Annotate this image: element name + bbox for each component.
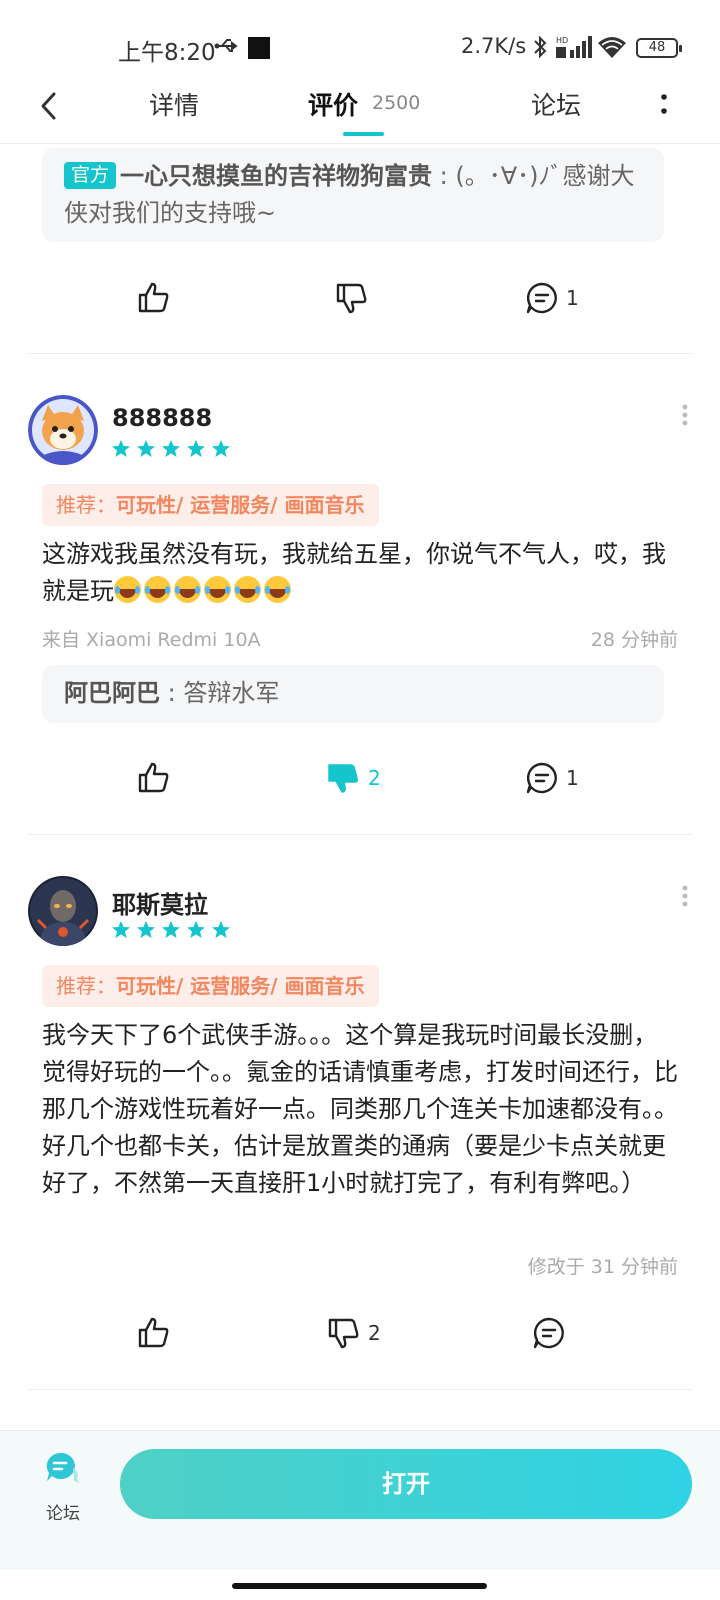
notification-icon bbox=[248, 37, 270, 59]
forum-chat-icon bbox=[46, 1452, 79, 1483]
thumbs-down-icon bbox=[328, 1318, 359, 1349]
tag-list: 可玩性/ 运营服务/ 画面音乐 bbox=[116, 493, 365, 517]
dislike-button[interactable] bbox=[334, 278, 370, 318]
tag-prefix: 推荐： bbox=[56, 493, 116, 517]
reply-text: : 答辩水军 bbox=[160, 679, 280, 707]
star-icon bbox=[137, 440, 155, 457]
star-icon bbox=[187, 921, 205, 938]
rating-stars bbox=[111, 920, 231, 940]
tab-details[interactable]: 详情 bbox=[149, 86, 199, 122]
comment-button[interactable]: 1 bbox=[524, 758, 579, 798]
laughing-tears-emoji-icon bbox=[234, 576, 261, 603]
tab-reviews[interactable]: 评价 bbox=[308, 86, 358, 122]
network-speed: 2.7K/s bbox=[461, 34, 527, 58]
rating-stars bbox=[111, 439, 231, 459]
home-indicator[interactable] bbox=[232, 1583, 487, 1589]
dislike-button[interactable]: 2 bbox=[326, 758, 381, 798]
top-nav: 详情 评价 2500 论坛 bbox=[0, 80, 720, 144]
thumbs-up-icon bbox=[138, 282, 169, 313]
dislike-count: 2 bbox=[368, 766, 381, 790]
star-icon bbox=[162, 921, 180, 938]
comment-button[interactable] bbox=[531, 1313, 567, 1353]
usb-icon bbox=[214, 39, 238, 52]
status-bar: 上午8:20 2.7K/s HD 48 bbox=[0, 0, 720, 80]
armored-hero-avatar-icon bbox=[28, 876, 98, 946]
laughing-tears-emoji-icon bbox=[204, 576, 231, 603]
star-icon bbox=[212, 440, 230, 457]
more-vertical-icon[interactable] bbox=[660, 90, 668, 120]
reply-preview[interactable]: 阿巴阿巴 : 答辩水军 bbox=[42, 665, 664, 723]
thumbs-down-icon bbox=[336, 283, 367, 314]
official-reply: 官方 一心只想摸鱼的吉祥物狗富贵 : (。･∀･)ﾉﾞ感谢大侠对我们的支持哦~ bbox=[42, 148, 664, 242]
star-icon bbox=[187, 440, 205, 457]
laughing-tears-emoji-icon bbox=[114, 576, 141, 603]
username[interactable]: 耶斯莫拉 bbox=[112, 885, 208, 920]
forum-label: 论坛 bbox=[46, 1504, 80, 1524]
username[interactable]: 888888 bbox=[112, 404, 212, 432]
recommend-tags: 推荐：可玩性/ 运营服务/ 画面音乐 bbox=[42, 965, 379, 1007]
tab-forum[interactable]: 论坛 bbox=[531, 86, 581, 122]
official-badge: 官方 bbox=[64, 162, 117, 189]
review-time: 28 分钟前 bbox=[590, 629, 678, 651]
divider bbox=[28, 834, 692, 835]
divider bbox=[28, 353, 692, 354]
laughing-tears-emoji-icon bbox=[144, 576, 171, 603]
device-info: 来自 Xiaomi Redmi 10A bbox=[42, 629, 261, 651]
back-arrow-icon[interactable] bbox=[36, 88, 62, 124]
star-icon bbox=[137, 921, 155, 938]
bottom-bar: 论坛 打开 bbox=[0, 1430, 720, 1570]
star-icon bbox=[112, 440, 130, 457]
more-vertical-icon[interactable] bbox=[682, 885, 688, 907]
forum-button[interactable]: 论坛 bbox=[34, 1451, 90, 1531]
divider bbox=[28, 1389, 692, 1390]
wifi-icon bbox=[598, 37, 626, 58]
review-count: 2500 bbox=[372, 92, 421, 114]
shiba-avatar-icon bbox=[28, 395, 98, 465]
status-time: 上午8:20 bbox=[118, 40, 216, 66]
star-icon bbox=[112, 921, 130, 938]
review-text: 这游戏我虽然没有玩，我就给五星，你说气不气人，哎，我就是玩 bbox=[42, 536, 678, 610]
laughing-tears-emoji-icon bbox=[174, 576, 201, 603]
like-button[interactable] bbox=[136, 758, 172, 798]
hd-label: HD bbox=[556, 36, 568, 45]
action-bar: 1 bbox=[0, 278, 720, 318]
action-bar: 2 bbox=[0, 1313, 720, 1353]
tag-prefix: 推荐： bbox=[56, 974, 116, 998]
like-button[interactable] bbox=[136, 278, 172, 318]
dislike-count: 2 bbox=[368, 1321, 381, 1345]
active-tab-indicator bbox=[343, 132, 384, 136]
star-icon bbox=[212, 921, 230, 938]
avatar[interactable] bbox=[28, 876, 98, 946]
battery-icon: 48 bbox=[636, 38, 682, 58]
more-vertical-icon[interactable] bbox=[682, 404, 688, 426]
bluetooth-icon bbox=[534, 35, 547, 59]
action-bar: 2 1 bbox=[0, 758, 720, 798]
laughing-tears-emoji-icon bbox=[264, 576, 291, 603]
comment-button[interactable]: 1 bbox=[524, 278, 579, 318]
review-time: 修改于 31 分钟前 bbox=[527, 1256, 678, 1278]
signal-icon: HD bbox=[556, 36, 592, 58]
star-icon bbox=[162, 440, 180, 457]
comment-icon bbox=[533, 1317, 564, 1349]
thumbs-up-icon bbox=[138, 762, 169, 793]
reply-author[interactable]: 阿巴阿巴 bbox=[64, 679, 160, 707]
review-text: 我今天下了6个武侠手游。。。这个算是我玩时间最长没删，觉得好玩的一个。。氪金的话… bbox=[42, 1021, 678, 1197]
thumbs-down-filled-icon bbox=[328, 764, 358, 793]
tag-list: 可玩性/ 运营服务/ 画面音乐 bbox=[116, 974, 365, 998]
comment-count: 1 bbox=[566, 766, 579, 790]
like-button[interactable] bbox=[136, 1313, 172, 1353]
open-button[interactable]: 打开 bbox=[120, 1449, 692, 1519]
recommend-tags: 推荐：可玩性/ 运营服务/ 画面音乐 bbox=[42, 484, 379, 526]
thumbs-up-icon bbox=[138, 1317, 169, 1348]
avatar[interactable] bbox=[28, 395, 98, 465]
comment-count: 1 bbox=[566, 286, 579, 310]
reply-author[interactable]: 一心只想摸鱼的吉祥物狗富贵 bbox=[120, 162, 432, 190]
emoji-row bbox=[114, 576, 291, 603]
comment-icon bbox=[526, 282, 557, 314]
dislike-button[interactable]: 2 bbox=[326, 1313, 381, 1353]
comment-icon bbox=[526, 762, 557, 794]
